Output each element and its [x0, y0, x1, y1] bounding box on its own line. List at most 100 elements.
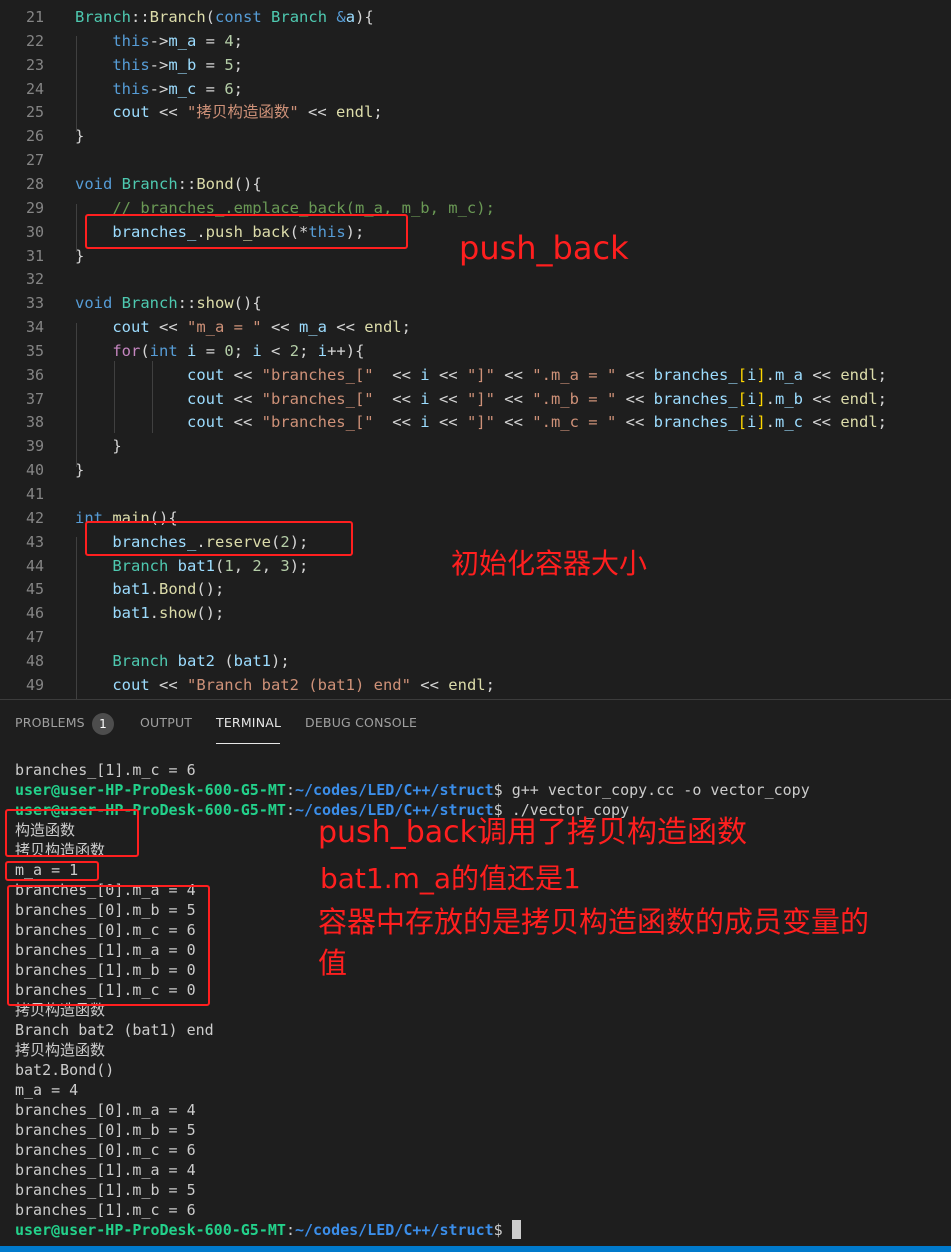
code-token: =: [196, 79, 225, 98]
code-token: ){: [355, 8, 374, 26]
code-line[interactable]: 34 cout << "m_a = " << m_a << endl;: [0, 315, 951, 339]
code-token: ;: [233, 79, 244, 98]
code-line[interactable]: 25 cout << "拷贝构造函数" << endl;: [0, 100, 951, 124]
line-number: 33: [25, 294, 44, 313]
code-line[interactable]: 21 Branch::Branch(const Branch &a){: [0, 5, 951, 29]
terminal-output-line: branches_[1].m_a = 4: [15, 1161, 196, 1179]
code-token: Branch: [75, 8, 131, 26]
tab-problems[interactable]: PROBLEMS: [15, 715, 85, 730]
code-line[interactable]: 49 cout << "Branch bat2 (bat1) end" << e…: [0, 673, 951, 697]
tab-terminal[interactable]: TERMINAL: [216, 715, 281, 730]
code-token: ++){: [327, 341, 365, 360]
prompt-path: ~/codes/LED/C++/struct: [294, 781, 494, 799]
tab-debug-console[interactable]: DEBUG CONSOLE: [305, 715, 417, 730]
code-line[interactable]: 41: [0, 482, 951, 506]
code-token: <<: [149, 675, 187, 694]
code-text: Branch::Branch(const Branch &a){: [75, 5, 374, 29]
prompt-dollar: $: [493, 781, 503, 799]
code-token: "branches_[": [261, 413, 374, 432]
line-number: 46: [25, 604, 44, 623]
code-line[interactable]: 32: [0, 267, 951, 291]
code-line[interactable]: 24 this->m_c = 6;: [0, 77, 951, 101]
code-token: void: [75, 294, 113, 313]
code-line[interactable]: 36 cout << "branches_[" << i << "]" << "…: [0, 363, 951, 387]
code-editor[interactable]: 49 cout << "Branch bat2 (bat1) end" << e…: [0, 0, 951, 699]
code-text: void Branch::show(){: [75, 291, 262, 315]
code-line[interactable]: 35 for(int i = 0; i < 2; i++){: [0, 339, 951, 363]
code-token: endl: [448, 675, 486, 694]
tab-output[interactable]: OUTPUT: [140, 715, 192, 730]
code-token: m_a: [775, 365, 803, 384]
code-token: "branches_[": [261, 389, 374, 408]
code-token: 5: [224, 55, 234, 74]
line-number: 32: [25, 270, 44, 289]
code-token: Branch: [112, 651, 169, 670]
terminal-output-line: branches_[1].m_b = 5: [15, 1181, 196, 1199]
code-token: (){: [233, 294, 262, 313]
branches-output-box: [7, 885, 210, 1006]
code-token: <<: [494, 413, 533, 432]
code-token: }: [75, 437, 122, 456]
code-line[interactable]: 46 bat1.show();: [0, 601, 951, 625]
code-token: endl: [840, 365, 878, 384]
code-line[interactable]: 28 void Branch::Bond(){: [0, 172, 951, 196]
code-line[interactable]: 47: [0, 625, 951, 649]
prompt-dollar: $: [493, 1221, 503, 1239]
code-token: [: [737, 389, 747, 408]
code-line[interactable]: 37 cout << "branches_[" << i << "]" << "…: [0, 387, 951, 411]
code-line[interactable]: 40}: [0, 458, 951, 482]
code-token: <<: [373, 413, 421, 432]
code-token: <<: [149, 103, 187, 122]
code-token: branches_: [653, 365, 738, 384]
code-token: "]": [466, 365, 495, 384]
code-line[interactable]: 26}: [0, 124, 951, 148]
code-token: 3: [280, 556, 290, 575]
code-token: endl: [840, 389, 878, 408]
code-token: <<: [803, 365, 841, 384]
code-token: <<: [261, 318, 299, 337]
line-number: 38: [25, 413, 44, 432]
line-number: 34: [25, 318, 44, 337]
code-line[interactable]: 27: [0, 148, 951, 172]
code-token: ;: [401, 318, 411, 337]
code-text: cout << "拷贝构造函数" << endl;: [75, 100, 382, 124]
code-line[interactable]: 33 void Branch::show(){: [0, 291, 951, 315]
code-token: =: [196, 55, 225, 74]
code-line[interactable]: 23 this->m_b = 5;: [0, 53, 951, 77]
indent-guide: [76, 204, 77, 252]
code-token: ::: [177, 294, 197, 313]
line-number: 30: [25, 222, 44, 241]
code-token: int: [149, 341, 178, 360]
code-token: [: [737, 365, 747, 384]
code-text: bat1.show();: [75, 601, 224, 625]
prompt-user: user@user-HP-ProDesk-600-G5-MT: [15, 781, 286, 799]
code-token: m_b: [168, 55, 197, 74]
code-token: bat1: [112, 604, 150, 623]
line-number: 44: [25, 556, 44, 575]
code-line[interactable]: 39 }: [0, 434, 951, 458]
code-token: <<: [616, 413, 654, 432]
code-line[interactable]: 22 this->m_a = 4;: [0, 29, 951, 53]
code-token: Branch: [121, 174, 178, 193]
code-token: .: [765, 365, 775, 384]
reserve-highlight-box: [85, 521, 353, 556]
code-line[interactable]: 48 Branch bat2 (bat1);: [0, 649, 951, 673]
code-line[interactable]: 38 cout << "branches_[" << i << "]" << "…: [0, 410, 951, 434]
code-token: cout: [186, 389, 225, 408]
code-token: ->: [149, 79, 169, 98]
prompt-separator: :: [285, 781, 295, 799]
code-text: Branch bat2 (bat1);: [75, 649, 289, 673]
line-number: 41: [25, 485, 44, 503]
code-token: <<: [224, 365, 262, 384]
code-token: endl: [335, 103, 374, 122]
code-token: ;: [233, 55, 244, 74]
